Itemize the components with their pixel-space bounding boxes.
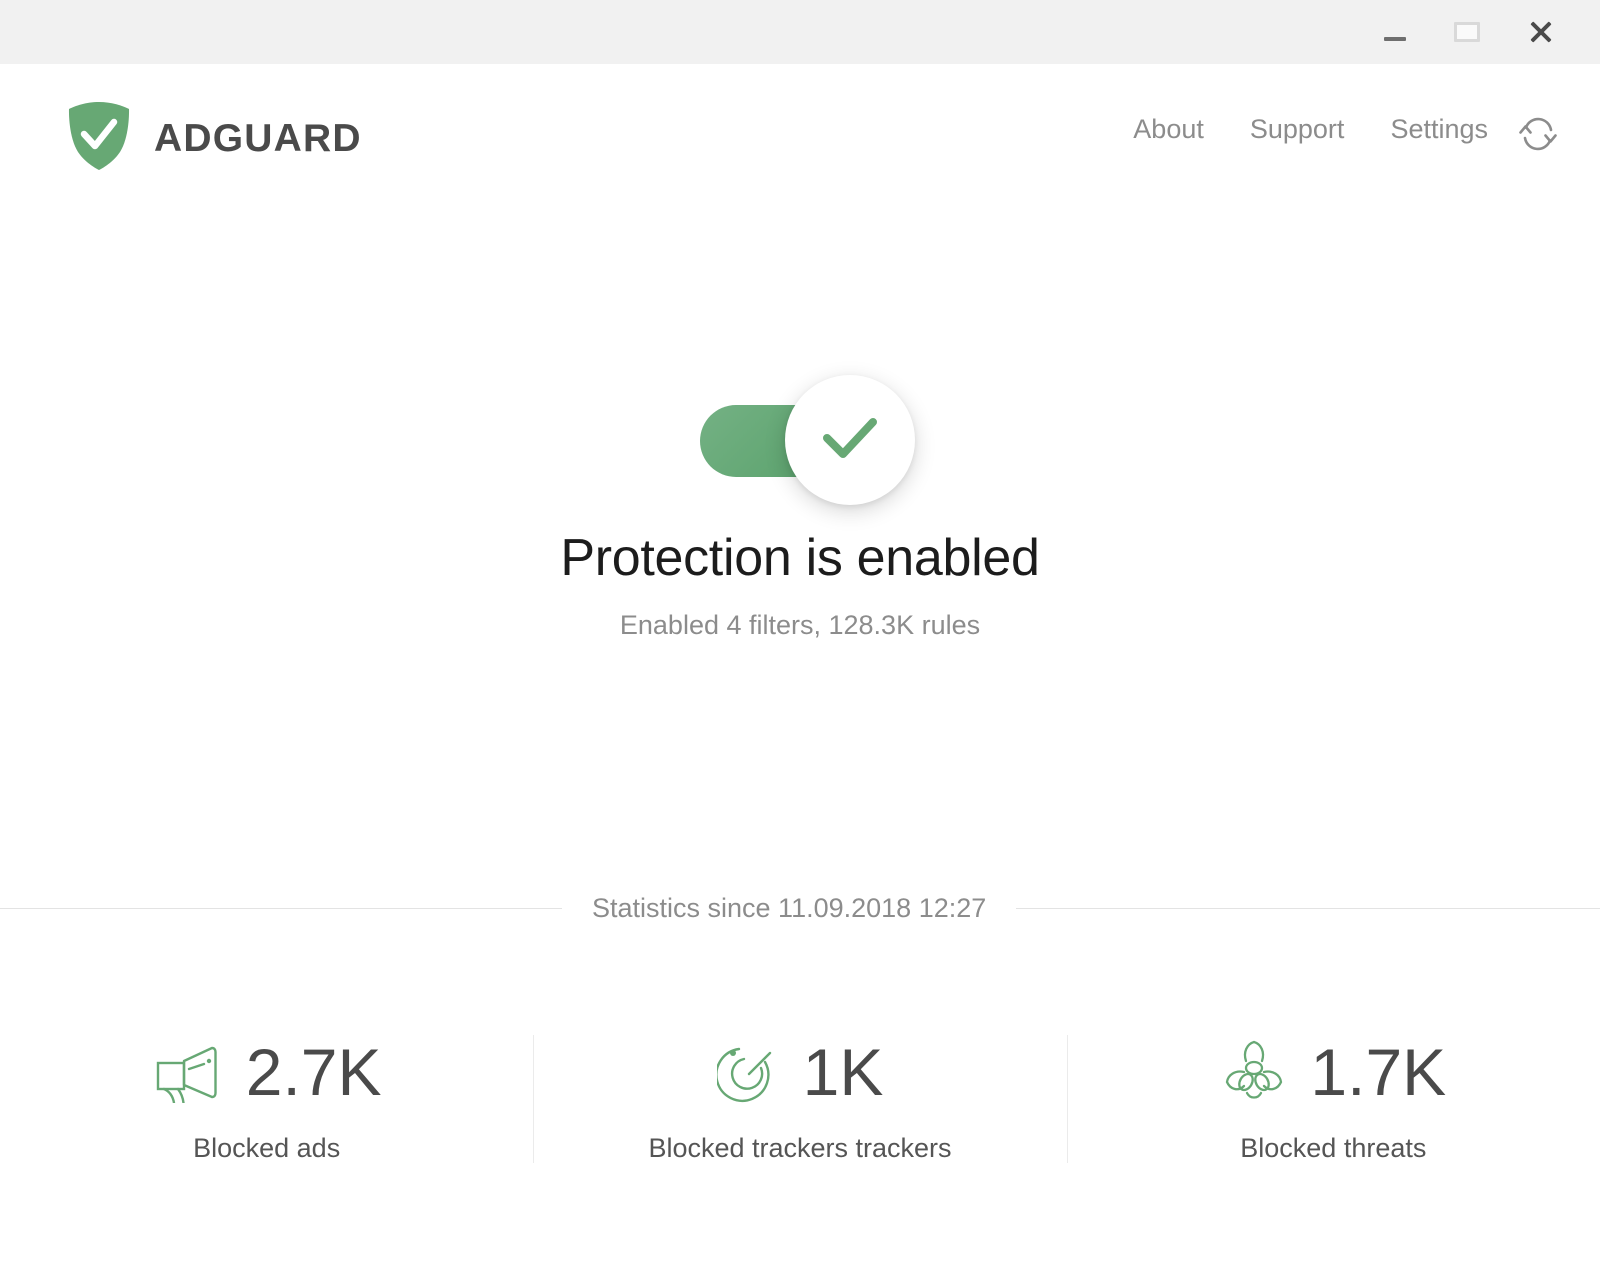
nav-item-support[interactable]: Support [1250,114,1345,145]
window-titlebar [0,0,1600,64]
stat-value-row: 1.7K [1220,1035,1446,1109]
radar-tracker-icon [716,1040,781,1104]
toggle-knob [785,375,915,505]
checkmark-icon [819,412,881,469]
stat-label: Blocked trackers trackers [648,1133,952,1163]
protection-toggle[interactable] [700,370,915,510]
stat-value: 1K [802,1035,884,1109]
divider-line-right [1016,908,1600,909]
megaphone-icon [152,1041,224,1103]
stat-value: 2.7K [245,1035,382,1109]
stat-label: Blocked threats [1240,1133,1427,1163]
refresh-button[interactable] [1510,110,1566,162]
nav-item-settings[interactable]: Settings [1390,114,1488,145]
protection-status-subtitle: Enabled 4 filters, 128.3K rules [619,610,981,640]
statistics-section: 2.7K Blocked ads 1K Blocked trackers tra… [0,1035,1600,1195]
main-nav: About Support Settings [1133,114,1488,145]
stat-value-row: 1K [716,1035,884,1109]
stat-blocked-ads[interactable]: 2.7K Blocked ads [0,1035,533,1195]
shield-check-icon [66,100,132,177]
app-header: ADGUARD About Support Settings [0,64,1600,204]
stat-value: 1.7K [1310,1035,1447,1109]
window-close-button[interactable] [1510,0,1572,64]
protection-status-section: Protection is enabled Enabled 4 filters,… [0,370,1600,641]
brand-name: ADGUARD [154,116,362,160]
maximize-icon [1454,22,1480,42]
divider-line-left [0,908,562,909]
stat-value-row: 2.7K [152,1035,382,1109]
protection-status-title: Protection is enabled [560,529,1040,587]
nav-item-about[interactable]: About [1133,114,1204,145]
stat-blocked-threats[interactable]: 1.7K Blocked threats [1066,1035,1600,1195]
refresh-sync-icon [1515,112,1561,161]
stat-blocked-trackers[interactable]: 1K Blocked trackers trackers [533,1035,1066,1195]
close-icon [1528,19,1554,45]
stat-label: Blocked ads [193,1133,341,1163]
minimize-icon [1384,37,1406,41]
brand: ADGUARD [66,100,362,177]
window-maximize-button[interactable] [1436,0,1498,64]
biohazard-icon [1220,1039,1288,1105]
window-minimize-button[interactable] [1364,0,1426,64]
statistics-divider: Statistics since 11.09.2018 12:27 [0,893,1600,924]
statistics-since-label: Statistics since 11.09.2018 12:27 [592,893,987,923]
